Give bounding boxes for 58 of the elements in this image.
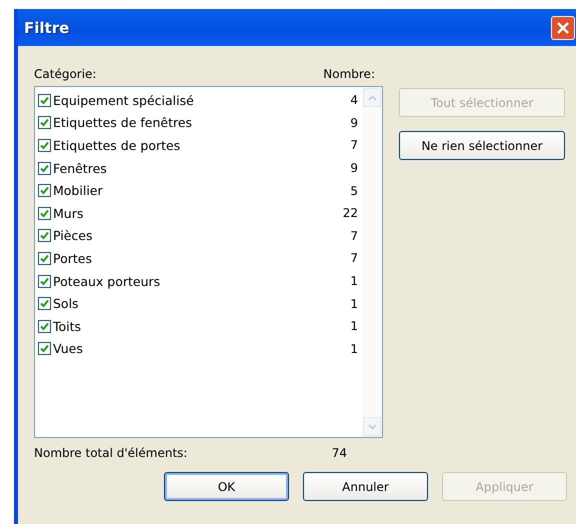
checkbox[interactable] xyxy=(38,274,51,288)
count-value: 7 xyxy=(349,228,359,243)
checkbox[interactable] xyxy=(38,297,51,310)
count-value: 22 xyxy=(342,206,359,220)
count-value: 5 xyxy=(349,184,359,198)
checkmark-icon xyxy=(40,96,49,105)
checkbox[interactable] xyxy=(38,184,51,198)
checkbox[interactable] xyxy=(38,206,51,220)
checkbox[interactable] xyxy=(38,320,51,333)
checkmark-icon xyxy=(40,186,49,196)
checkmark-icon xyxy=(40,299,49,308)
count-value: 1 xyxy=(349,342,359,356)
category-label: Vues xyxy=(53,341,84,356)
dialog-button[interactable]: OK xyxy=(164,472,289,501)
category-label: Etiquettes de portes xyxy=(53,138,182,153)
category-label: Sols xyxy=(53,296,80,312)
category-label: Poteaux porteurs xyxy=(53,274,162,289)
window-title: Filtre xyxy=(24,18,70,36)
checkmark-icon xyxy=(40,118,49,128)
category-label: Etiquettes de fenêtres xyxy=(53,115,194,130)
category-label: Mobilier xyxy=(53,183,104,198)
close-button[interactable] xyxy=(551,16,575,40)
category-label: Fenêtres xyxy=(53,160,108,176)
close-icon xyxy=(555,20,571,36)
checkmark-icon xyxy=(40,140,49,150)
category-label: Equipement spécialisé xyxy=(53,92,195,108)
checkmark-icon xyxy=(40,322,49,331)
column-header: Catégorie: xyxy=(34,67,96,81)
checkmark-icon xyxy=(40,164,49,173)
dialog-button[interactable]: Annuler xyxy=(303,472,428,501)
checkbox[interactable] xyxy=(38,342,51,356)
count-value: 9 xyxy=(349,116,359,130)
total-label: Nombre total d'éléments: xyxy=(34,446,188,460)
checkmark-icon xyxy=(40,276,49,286)
category-label: Portes xyxy=(53,250,93,266)
count-value: 4 xyxy=(349,93,359,108)
count-value: 7 xyxy=(349,251,359,266)
count-value: 1 xyxy=(349,296,359,311)
checkbox[interactable] xyxy=(38,94,51,107)
category-label: Toits xyxy=(53,318,82,334)
category-label: Murs xyxy=(53,206,84,221)
count-value: 7 xyxy=(349,138,359,152)
checkmark-icon xyxy=(40,231,49,240)
checkbox[interactable] xyxy=(38,138,51,152)
column-header: Nombre: xyxy=(323,67,375,81)
checkmark-icon xyxy=(40,254,49,263)
checkmark-icon xyxy=(40,344,49,354)
count-value: 9 xyxy=(349,161,359,176)
checkbox[interactable] xyxy=(38,229,51,242)
checkmark-icon xyxy=(40,208,49,218)
count-value: 1 xyxy=(349,274,359,288)
category-label: Pièces xyxy=(53,228,94,244)
total-value: 74 xyxy=(332,446,347,460)
select-button[interactable]: Ne rien sélectionner xyxy=(399,131,565,160)
checkbox[interactable] xyxy=(38,162,51,175)
checkbox[interactable] xyxy=(38,252,51,265)
count-value: 1 xyxy=(349,319,359,334)
checkbox[interactable] xyxy=(38,116,51,130)
